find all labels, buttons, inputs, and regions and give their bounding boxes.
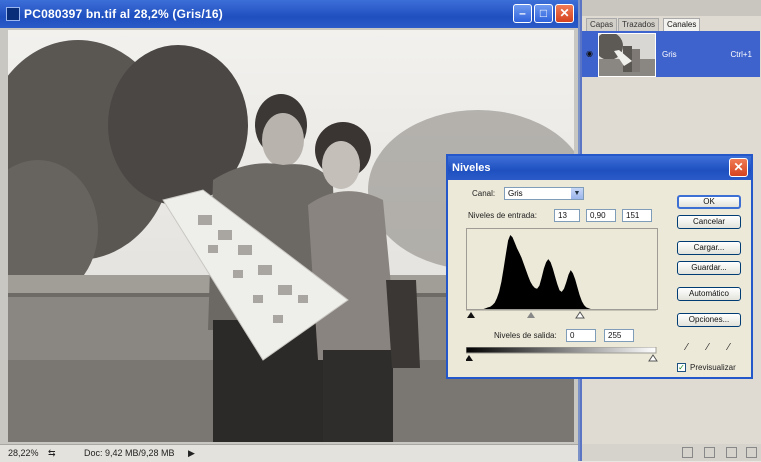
tab-trazados[interactable]: Trazados — [618, 18, 660, 31]
dialog-title: Niveles — [452, 162, 491, 174]
minimize-button[interactable]: – — [513, 4, 532, 23]
close-button[interactable]: ✕ — [555, 4, 574, 23]
checkmark-icon: ✓ — [678, 363, 685, 372]
output-black-field[interactable]: 0 — [566, 329, 596, 342]
maximize-button[interactable]: □ — [534, 4, 553, 23]
ok-button[interactable]: OK — [677, 195, 741, 209]
input-gamma-handle[interactable] — [527, 312, 535, 318]
black-eyedropper-icon[interactable]: ⁄ — [686, 342, 688, 353]
canal-value: Gris — [508, 189, 523, 198]
panel-header — [582, 0, 761, 16]
output-white-handle[interactable] — [648, 354, 658, 362]
input-white-handle[interactable] — [575, 311, 585, 319]
auto-button[interactable]: Automático — [677, 287, 741, 301]
output-black-handle[interactable] — [466, 355, 473, 361]
maximize-icon: □ — [539, 6, 548, 20]
input-gamma-field[interactable]: 0,90 — [586, 209, 616, 222]
input-levels-label: Niveles de entrada: — [468, 211, 537, 220]
preview-label: Previsualizar — [690, 363, 736, 372]
canal-label: Canal: — [472, 189, 496, 198]
dialog-titlebar[interactable]: Niveles ✕ — [448, 156, 751, 180]
document-title: PC080397 bn.tif al 28,2% (Gris/16) — [24, 7, 223, 21]
status-icon: ⇆ — [48, 448, 56, 458]
levels-dialog: Niveles ✕ Canal: Gris ▼ Niveles de entra… — [446, 154, 753, 379]
preview-checkbox[interactable]: ✓ — [677, 363, 686, 372]
chevron-down-icon: ▼ — [571, 188, 583, 199]
input-black-field[interactable]: 13 — [554, 209, 580, 222]
save-button[interactable]: Guardar... — [677, 261, 741, 275]
photoshop-doc-icon — [6, 7, 20, 21]
zoom-level[interactable]: 28,22% — [8, 448, 39, 458]
visibility-eye-icon[interactable]: ◉ — [586, 49, 593, 58]
cancel-button[interactable]: Cancelar — [677, 215, 741, 229]
tab-capas[interactable]: Capas — [586, 18, 618, 31]
gray-eyedropper-icon[interactable]: ⁄ — [707, 342, 709, 353]
histogram — [466, 228, 658, 310]
white-eyedropper-icon[interactable]: ⁄ — [728, 342, 730, 353]
channel-shortcut: Ctrl+1 — [730, 50, 752, 59]
histogram-graph — [479, 235, 602, 309]
load-selection-icon[interactable] — [682, 447, 693, 458]
load-button[interactable]: Cargar... — [677, 241, 741, 255]
channel-name: Gris — [662, 50, 677, 59]
output-white-field[interactable]: 255 — [604, 329, 634, 342]
output-levels-label: Niveles de salida: — [494, 331, 557, 340]
input-black-handle[interactable] — [467, 312, 475, 318]
channel-thumbnail — [598, 33, 656, 77]
panel-footer — [582, 444, 761, 461]
channel-row-gris[interactable]: ◉ Gris Ctrl+1 — [582, 31, 760, 77]
save-selection-icon[interactable] — [704, 447, 715, 458]
document-size: Doc: 9,42 MB/9,28 MB — [84, 448, 175, 458]
options-button[interactable]: Opciones... — [677, 313, 741, 327]
close-icon: ✕ — [733, 160, 744, 174]
histogram-shape — [479, 235, 602, 309]
new-channel-icon[interactable] — [726, 447, 737, 458]
minimize-icon: – — [519, 6, 526, 20]
delete-channel-icon[interactable] — [746, 447, 757, 458]
document-titlebar[interactable]: PC080397 bn.tif al 28,2% (Gris/16) – □ ✕ — [0, 0, 578, 28]
status-menu-arrow-icon[interactable]: ▶ — [188, 448, 195, 459]
input-white-field[interactable]: 151 — [622, 209, 652, 222]
dialog-close-button[interactable]: ✕ — [729, 158, 748, 177]
status-bar: 28,22% ⇆ Doc: 9,42 MB/9,28 MB ▶ — [0, 444, 578, 462]
input-slider[interactable] — [466, 309, 658, 319]
canal-select[interactable]: Gris ▼ — [504, 187, 584, 200]
tab-canales[interactable]: Canales — [663, 18, 701, 31]
output-slider[interactable] — [466, 347, 658, 363]
close-icon: ✕ — [559, 6, 570, 20]
